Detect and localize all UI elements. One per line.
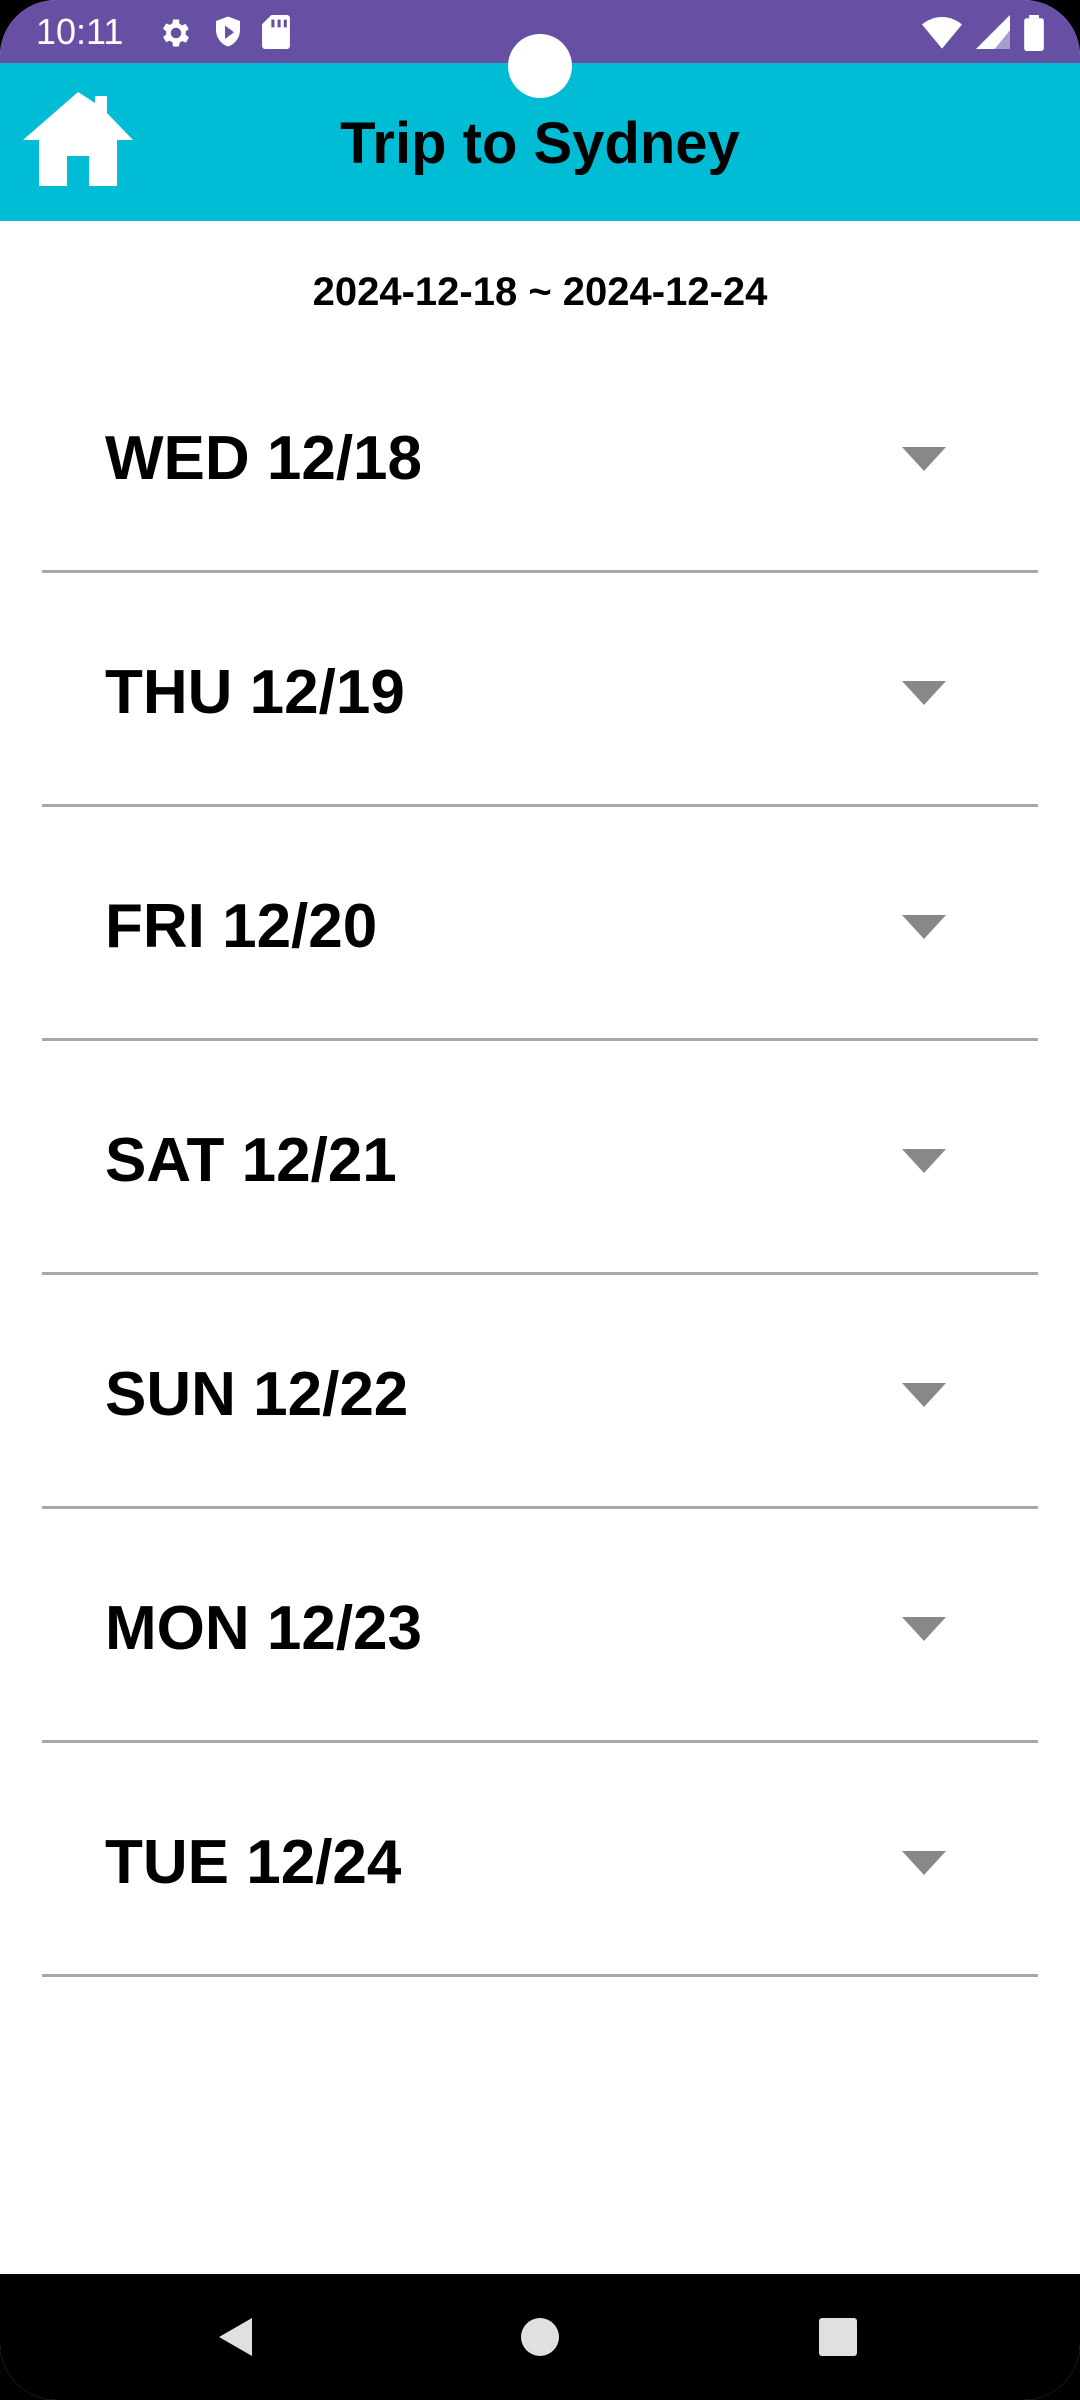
status-left-icons: [158, 13, 290, 53]
day-label: WED 12/18: [105, 424, 423, 493]
dropdown-arrow-icon: [902, 1149, 946, 1173]
dropdown-arrow-icon: [902, 1617, 946, 1641]
page-title: Trip to Sydney: [340, 111, 740, 176]
day-row-wed[interactable]: WED 12/18: [42, 339, 1038, 573]
day-row-thu[interactable]: THU 12/19: [42, 573, 1038, 807]
home-circle-icon[interactable]: [517, 2314, 563, 2360]
day-list: WED 12/18 THU 12/19 FRI 12/20 SAT 12/21 …: [42, 339, 1038, 1977]
day-row-fri[interactable]: FRI 12/20: [42, 807, 1038, 1041]
back-icon[interactable]: [214, 2314, 260, 2360]
day-row-mon[interactable]: MON 12/23: [42, 1509, 1038, 1743]
dropdown-arrow-icon: [902, 681, 946, 705]
cell-signal-icon: [976, 15, 1010, 51]
wifi-icon: [922, 15, 962, 51]
shield-play-icon: [212, 15, 244, 51]
battery-icon: [1024, 15, 1044, 51]
settings-icon: [158, 15, 194, 51]
day-row-tue[interactable]: TUE 12/24: [42, 1743, 1038, 1977]
day-label: FRI 12/20: [105, 892, 378, 961]
dropdown-arrow-icon: [902, 447, 946, 471]
day-row-sun[interactable]: SUN 12/22: [42, 1275, 1038, 1509]
recents-icon[interactable]: [815, 2314, 861, 2360]
status-time: 10:11: [36, 11, 124, 52]
day-label: SAT 12/21: [105, 1126, 397, 1195]
phone-screen: 10:11 Trip to Sydney 2024-12-18 ~ 2024-1…: [0, 0, 1080, 2400]
dropdown-arrow-icon: [902, 1851, 946, 1875]
day-label: TUE 12/24: [105, 1828, 402, 1897]
camera-cutout: [508, 34, 572, 98]
navigation-bar: [0, 2274, 1080, 2400]
dropdown-arrow-icon: [902, 915, 946, 939]
sd-card-icon: [262, 15, 290, 51]
status-right-icons: [922, 13, 1044, 53]
day-label: MON 12/23: [105, 1594, 423, 1663]
day-row-sat[interactable]: SAT 12/21: [42, 1041, 1038, 1275]
day-label: THU 12/19: [105, 658, 405, 727]
dropdown-arrow-icon: [902, 1383, 946, 1407]
trip-date-range: 2024-12-18 ~ 2024-12-24: [312, 270, 768, 314]
day-label: SUN 12/22: [105, 1360, 409, 1429]
